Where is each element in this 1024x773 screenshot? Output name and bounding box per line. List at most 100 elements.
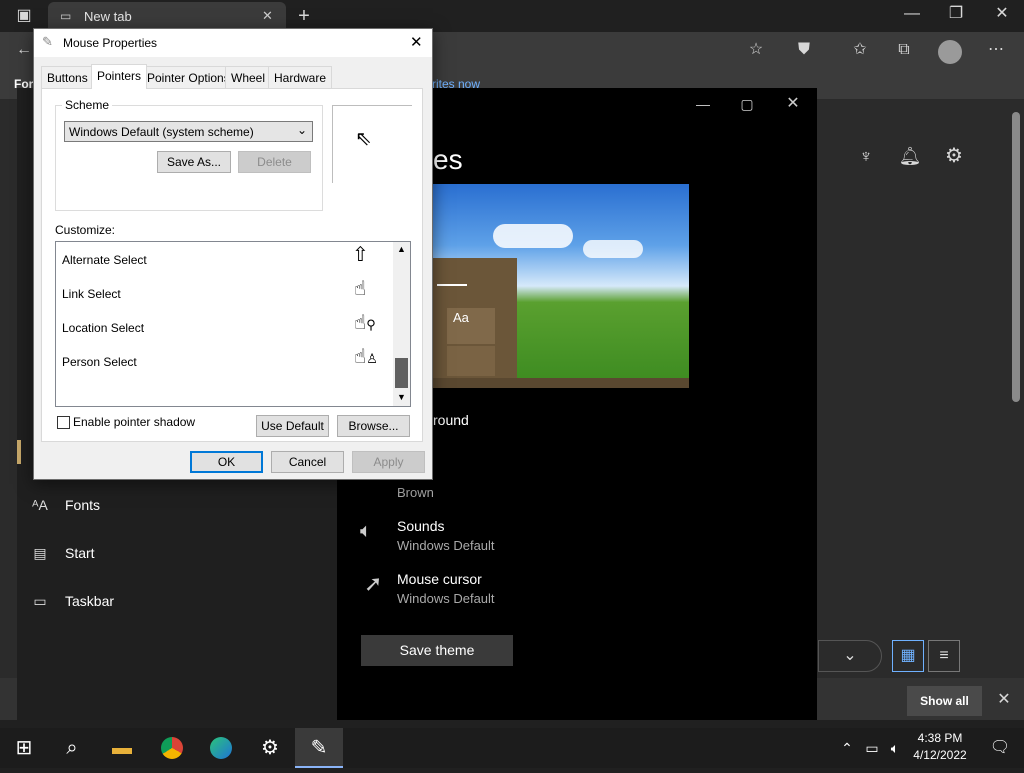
- nav-fonts[interactable]: ᴬA Fonts: [25, 481, 100, 529]
- chevron-down-icon[interactable]: ⌄: [818, 640, 882, 672]
- file-explorer-icon[interactable]: ▬: [98, 728, 146, 768]
- chevron-down-icon: ⌄: [297, 123, 308, 137]
- back-icon[interactable]: ←: [14, 36, 34, 64]
- close-window-icon[interactable]: ✕: [986, 0, 1018, 28]
- cursor-list[interactable]: Alternate Select ⇧ Link Select ☝︎ Locati…: [55, 241, 411, 407]
- search-icon[interactable]: ⌕: [48, 728, 96, 768]
- list-item[interactable]: Location Select: [62, 321, 144, 335]
- save-theme-button[interactable]: Save theme: [361, 635, 513, 666]
- delete-button[interactable]: Delete: [238, 151, 311, 173]
- more-icon[interactable]: ⋯: [982, 36, 1010, 64]
- tab-buttons[interactable]: Buttons: [41, 66, 94, 88]
- page-scroll-thumb[interactable]: [1012, 112, 1020, 402]
- settings-close-icon[interactable]: ✕: [770, 88, 816, 120]
- mouse-properties-dialog: ✎ Mouse Properties ✕ Buttons Pointers Po…: [33, 28, 433, 480]
- add-tab-icon[interactable]: +: [290, 2, 318, 30]
- scheme-label: Scheme: [62, 98, 113, 112]
- network-icon[interactable]: ▭: [860, 728, 884, 768]
- notifications-icon[interactable]: 🔔︎: [896, 142, 924, 170]
- nav-taskbar[interactable]: ▭ Taskbar: [25, 577, 114, 625]
- tab-pointer-options[interactable]: Pointer Options: [141, 66, 236, 88]
- settings-maximize-icon[interactable]: ▢: [724, 88, 770, 120]
- close-bar-icon[interactable]: ✕: [990, 686, 1018, 714]
- collections-icon[interactable]: ⧉: [890, 36, 918, 64]
- tab-hardware[interactable]: Hardware: [268, 66, 333, 88]
- scroll-down-icon[interactable]: ▼: [397, 392, 406, 402]
- settings-minimize-icon[interactable]: —: [680, 88, 726, 120]
- new-tab-icon: ▭: [60, 9, 72, 23]
- windows-start-icon[interactable]: ⊞: [0, 728, 48, 768]
- mouse-cursor-value: Windows Default: [397, 591, 495, 606]
- tab-actions-icon[interactable]: ▣: [10, 2, 38, 30]
- tab-title: New tab: [84, 9, 132, 24]
- add-favorite-icon[interactable]: ☆: [742, 36, 770, 64]
- dialog-titlebar[interactable]: ✎ Mouse Properties ✕: [34, 29, 432, 57]
- list-item[interactable]: Person Select: [62, 355, 137, 369]
- rewards-icon[interactable]: ♆: [852, 142, 880, 170]
- taskbar: ⊞ ⌕ ▬ ⚙ ✎ ⌃ ▭ 🔈︎ 4:38 PM 4/12/2022 🗨︎: [0, 728, 1024, 768]
- mouse-app-icon[interactable]: ✎: [295, 728, 343, 768]
- settings-app-icon[interactable]: ⚙: [246, 728, 294, 768]
- chrome-icon[interactable]: [148, 728, 196, 768]
- shadow-label: Enable pointer shadow: [73, 415, 196, 429]
- sounds-label: Sounds: [397, 518, 445, 534]
- minimize-icon[interactable]: —: [896, 0, 928, 28]
- mouse-icon: ✎: [42, 34, 53, 49]
- up-arrow-icon: ⇧: [352, 244, 369, 266]
- dialog-close-icon[interactable]: ✕: [410, 33, 423, 51]
- close-tab-icon[interactable]: ✕: [262, 8, 273, 24]
- preview-tile-2: [447, 346, 495, 376]
- page-title: es: [433, 144, 463, 175]
- customize-label: Customize:: [55, 223, 116, 237]
- use-default-button[interactable]: Use Default: [256, 415, 329, 437]
- preview-text: Aa: [453, 310, 469, 325]
- browse-button[interactable]: Browse...: [337, 415, 410, 437]
- clock[interactable]: 4:38 PM 4/12/2022: [910, 731, 970, 762]
- tab-pointers[interactable]: Pointers: [91, 64, 148, 89]
- shadow-checkbox[interactable]: [57, 416, 70, 429]
- color-value: Brown: [397, 485, 434, 500]
- volume-icon[interactable]: 🔈︎: [884, 728, 906, 768]
- favorites-icon[interactable]: ✩: [846, 36, 874, 64]
- sounds-setting[interactable]: 🔈︎ Sounds Windows Default: [360, 518, 660, 558]
- arrow-cursor-icon: ⇖: [355, 128, 372, 150]
- ok-button[interactable]: OK: [190, 451, 263, 473]
- list-scrollbar[interactable]: ▲ ▼: [393, 242, 410, 406]
- mouse-cursor-setting[interactable]: ➚ Mouse cursor Windows Default: [360, 571, 660, 611]
- list-item[interactable]: Link Select: [62, 287, 121, 301]
- save-as-button[interactable]: Save As...: [157, 151, 231, 173]
- hand-location-icon: ☝︎⚲: [354, 312, 376, 334]
- mouse-cursor-label: Mouse cursor: [397, 571, 482, 587]
- preview-accent-line: [437, 284, 467, 286]
- nav-start[interactable]: ▤ Start: [25, 529, 94, 577]
- restore-icon[interactable]: ❐: [940, 0, 972, 28]
- list-item[interactable]: Alternate Select: [62, 253, 147, 267]
- avatar[interactable]: [938, 40, 962, 64]
- scheme-select[interactable]: Windows Default (system scheme) ⌄: [64, 121, 313, 142]
- edge-icon[interactable]: [197, 728, 245, 768]
- settings-gear-icon[interactable]: ⚙: [940, 142, 968, 170]
- cursor-preview: ⇖: [332, 105, 412, 183]
- scroll-up-icon[interactable]: ▲: [397, 244, 406, 254]
- date: 4/12/2022: [913, 748, 967, 762]
- grid-view-icon[interactable]: ▦: [892, 640, 924, 672]
- pointers-panel: Scheme Windows Default (system scheme) ⌄…: [41, 88, 423, 442]
- hand-person-icon: ☝︎♙: [354, 346, 378, 368]
- scheme-value: Windows Default (system scheme): [69, 125, 254, 139]
- dialog-title: Mouse Properties: [63, 36, 158, 50]
- fonts-icon: ᴬA: [32, 497, 48, 513]
- background-label[interactable]: round: [433, 412, 469, 428]
- start-preview: Aa: [433, 258, 517, 388]
- speaker-icon: 🔈︎: [360, 520, 372, 542]
- cancel-button[interactable]: Cancel: [271, 451, 344, 473]
- list-view-icon[interactable]: ≡: [928, 640, 960, 672]
- ublock-icon[interactable]: ⛊: [790, 36, 818, 64]
- list-scroll-thumb[interactable]: [395, 358, 408, 388]
- apply-button[interactable]: Apply: [352, 451, 425, 473]
- chevron-up-icon[interactable]: ⌃: [836, 728, 858, 768]
- notification-center-icon[interactable]: 🗨︎: [976, 728, 1024, 768]
- tab-wheel[interactable]: Wheel: [225, 66, 272, 88]
- cloud-2: [583, 240, 643, 258]
- show-all-button[interactable]: Show all: [907, 686, 982, 716]
- cloud-1: [493, 224, 573, 248]
